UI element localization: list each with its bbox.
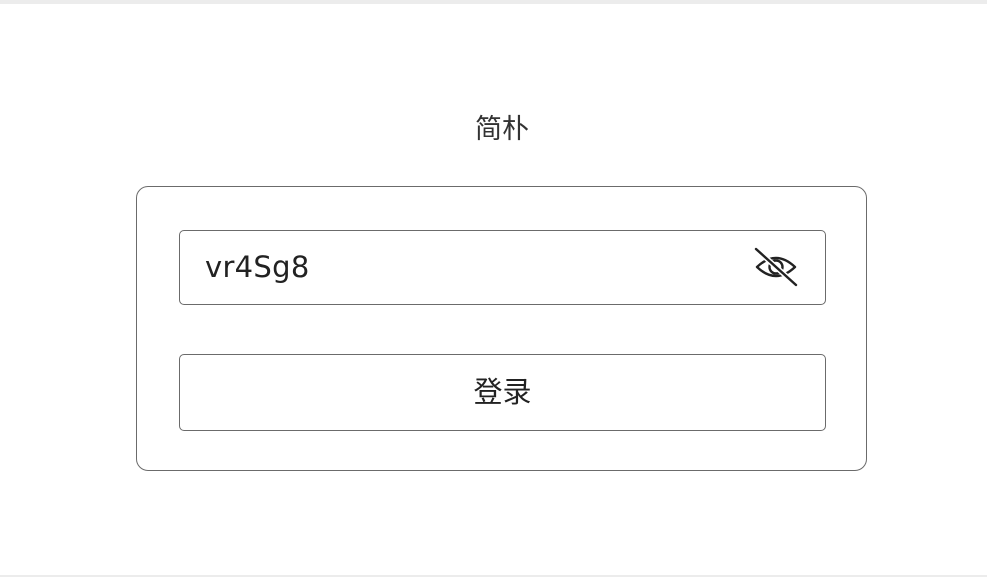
password-field[interactable]: vr4Sg8: [179, 230, 826, 305]
app-title: 简朴: [475, 114, 529, 145]
login-button[interactable]: 登录: [179, 354, 826, 431]
window-top-edge: [0, 0, 987, 4]
password-input[interactable]: vr4Sg8: [205, 231, 310, 303]
eye-off-icon[interactable]: [753, 246, 799, 288]
